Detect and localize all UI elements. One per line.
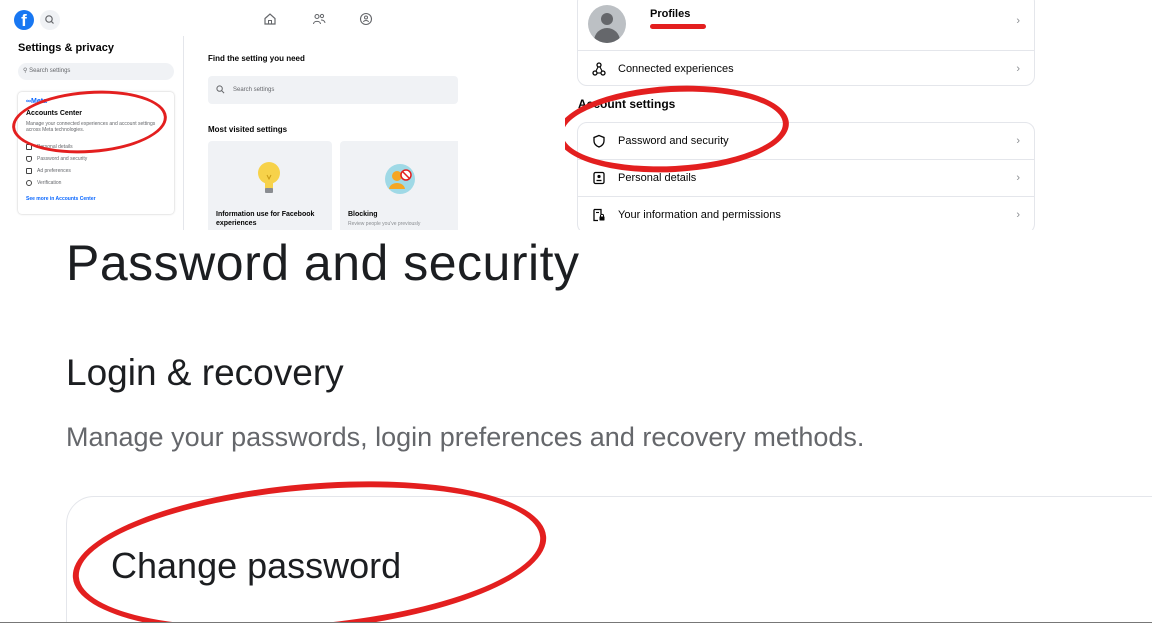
personal-details-row[interactable]: Personal details ›: [578, 160, 1034, 196]
friends-icon[interactable]: [312, 12, 326, 26]
password-security-row[interactable]: Password and security ›: [578, 123, 1034, 159]
search-icon[interactable]: [40, 10, 60, 30]
page-title: Password and security: [66, 235, 580, 291]
chevron-right-icon: ›: [1016, 172, 1020, 184]
personal-details-label: Personal details: [618, 172, 697, 184]
section-title: Login & recovery: [66, 352, 344, 393]
home-icon[interactable]: [263, 12, 277, 26]
card-label: Blocking: [348, 211, 378, 218]
find-search-placeholder: Search settings: [233, 87, 275, 93]
redaction-mark: [650, 24, 706, 29]
sidebar-search-input[interactable]: ⚲ Search settings: [18, 63, 174, 80]
ac-item-label: Password and security: [37, 156, 88, 162]
account-settings-heading: Account settings: [578, 97, 676, 111]
sidebar-search-placeholder: Search settings: [29, 68, 71, 74]
ac-item-label: Ad preferences: [37, 168, 71, 174]
ac-item-password-security[interactable]: Password and security: [26, 156, 87, 162]
profiles-row[interactable]: Profiles ›: [578, 0, 1034, 48]
accounts-center-description: Manage your connected experiences and ac…: [26, 121, 156, 133]
change-password-label: Change password: [111, 545, 402, 586]
blocked-person-icon: [385, 164, 415, 194]
connected-experiences-row[interactable]: Connected experiences ›: [578, 51, 1034, 86]
id-card-icon: [26, 144, 32, 150]
chevron-right-icon: ›: [1016, 62, 1020, 75]
change-password-card[interactable]: Change password: [66, 496, 1152, 622]
password-security-label: Password and security: [618, 135, 729, 147]
section-description: Manage your passwords, login preferences…: [66, 422, 865, 452]
info-lock-icon: [593, 208, 605, 222]
chevron-right-icon: ›: [1016, 209, 1020, 221]
your-information-row[interactable]: Your information and permissions ›: [578, 197, 1034, 230]
meta-brand-text: Meta: [31, 98, 47, 105]
connected-experiences-label: Connected experiences: [618, 62, 734, 75]
lightbulb-icon: [258, 162, 280, 193]
connected-nodes-icon: [592, 61, 606, 76]
find-setting-title: Find the setting you need: [208, 54, 305, 63]
monitor-icon: [26, 168, 32, 174]
card-information-use[interactable]: Information use for Facebook experiences: [208, 141, 332, 230]
accounts-center-panel: Profiles › Connected experiences › Accou…: [565, 0, 1037, 230]
settings-sidebar: Settings & privacy ⚲ Search settings ∞Me…: [0, 36, 184, 230]
id-card-icon: [593, 171, 605, 185]
card-sub: Review people you've previously: [348, 221, 421, 227]
ac-item-personal-details[interactable]: Personal details: [26, 144, 73, 150]
password-security-zoom: Password and security Login & recovery M…: [0, 230, 1152, 622]
card-blocking[interactable]: Blocking Review people you've previously: [340, 141, 458, 230]
most-visited-title: Most visited settings: [208, 125, 288, 134]
facebook-settings-panel: f Settings & privacy ⚲ Search settings ∞…: [0, 0, 458, 230]
see-more-accounts-center-link[interactable]: See more in Accounts Center: [26, 196, 96, 202]
your-information-label: Your information and permissions: [618, 209, 781, 221]
search-icon: [216, 85, 225, 94]
accounts-center-card[interactable]: ∞Meta Accounts Center Manage your connec…: [18, 92, 174, 214]
facebook-logo[interactable]: f: [14, 10, 34, 30]
find-setting-search-input[interactable]: Search settings: [208, 76, 458, 104]
sidebar-title: Settings & privacy: [18, 42, 114, 54]
meta-logo: ∞Meta: [26, 98, 47, 105]
groups-icon[interactable]: [359, 12, 373, 26]
ac-item-label: Verification: [37, 180, 62, 186]
chevron-right-icon: ›: [1016, 14, 1020, 27]
avatar: [588, 5, 626, 43]
shield-icon: [26, 156, 32, 162]
accounts-center-title: Accounts Center: [26, 110, 83, 117]
ac-item-label: Personal details: [37, 144, 73, 150]
top-navigation-bar: f: [0, 0, 458, 36]
settings-main-column: Find the setting you need Search setting…: [184, 36, 458, 230]
account-settings-card: Password and security › Personal details…: [577, 122, 1035, 230]
ac-item-verification[interactable]: Verification: [26, 180, 61, 186]
profiles-card: Profiles › Connected experiences ›: [577, 0, 1035, 86]
chevron-right-icon: ›: [1016, 135, 1020, 147]
shield-icon: [593, 134, 605, 148]
bottom-border: [0, 622, 1152, 637]
ac-item-ad-preferences[interactable]: Ad preferences: [26, 168, 71, 174]
card-label: Information use for Facebook experiences: [216, 211, 315, 227]
profiles-label: Profiles: [650, 8, 691, 20]
check-circle-icon: [26, 180, 32, 186]
